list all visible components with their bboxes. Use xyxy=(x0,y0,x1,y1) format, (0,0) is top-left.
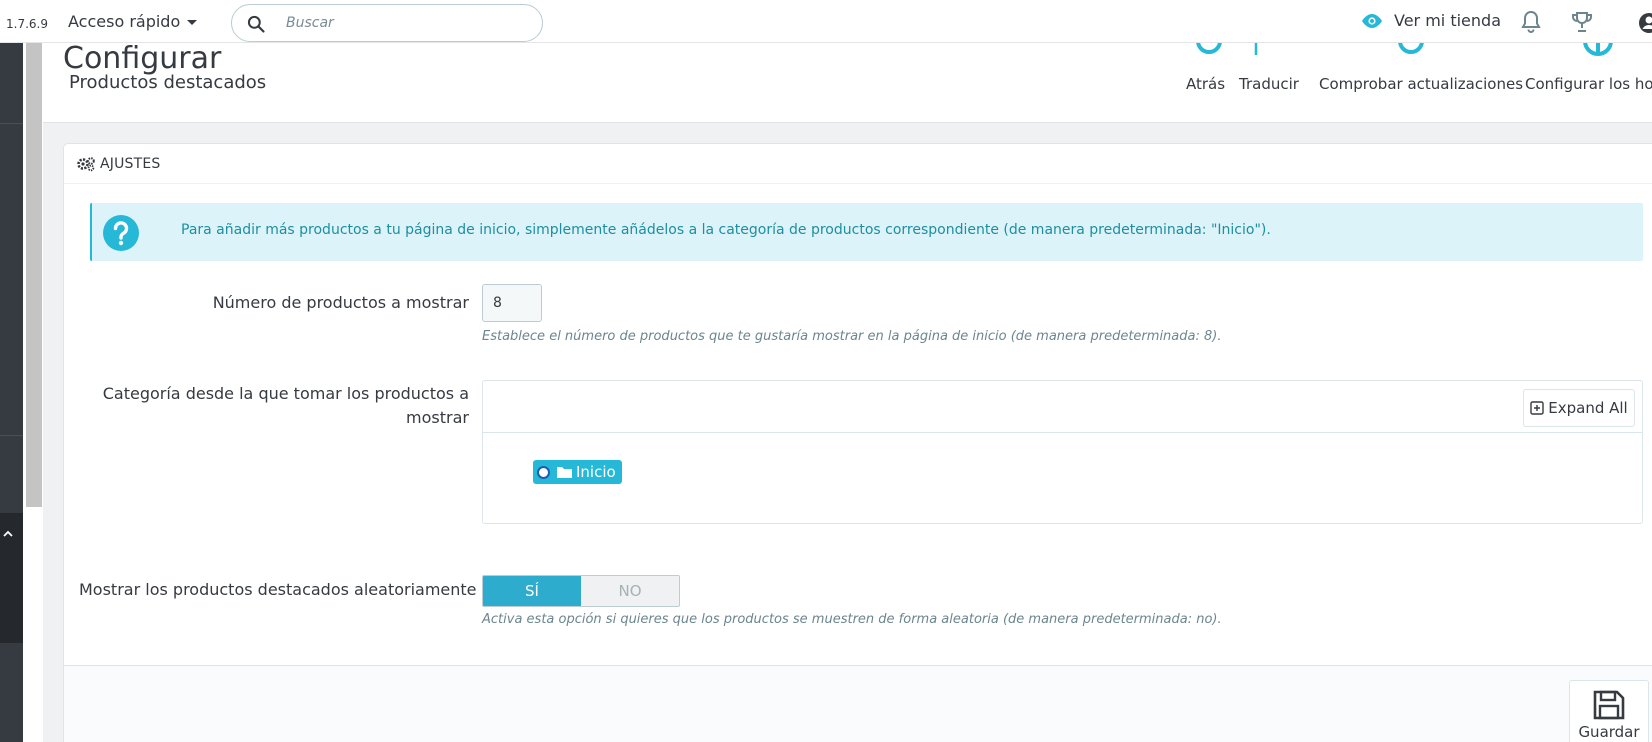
view-shop-link[interactable]: Ver mi tienda xyxy=(1360,11,1501,30)
quick-access-label: Acceso rápido xyxy=(68,12,181,31)
back-label: Atrás xyxy=(1186,75,1226,93)
sidebar-scrollbar-thumb[interactable] xyxy=(26,43,42,507)
tree-node-label: Inicio xyxy=(576,463,616,481)
category-label: Categoría desde la que tomar los product… xyxy=(102,384,469,427)
check-updates-button[interactable]: Comprobar actualizaciones xyxy=(1316,36,1523,93)
settings-panel: AJUSTES Para añadir más productos a tu p… xyxy=(63,143,1652,742)
expand-all-button[interactable]: Expand All xyxy=(1523,389,1635,427)
page-header: Configurar Productos destacados Atrás Tr… xyxy=(43,35,1652,123)
search-box[interactable] xyxy=(231,4,543,42)
nb-products-help: Establece el número de productos que te … xyxy=(482,329,1222,344)
sidebar-nav xyxy=(0,43,23,742)
sidebar-divider xyxy=(0,435,23,436)
bell-icon[interactable] xyxy=(1520,10,1542,34)
panel-footer: Guardar xyxy=(64,665,1652,742)
check-updates-label: Comprobar actualizaciones xyxy=(1319,75,1524,93)
info-alert: Para añadir más productos a tu página de… xyxy=(90,203,1643,261)
top-header: 1.7.6.9 Acceso rápido Ver mi tienda xyxy=(0,0,1652,43)
quick-access-menu[interactable]: Acceso rápido xyxy=(68,12,198,31)
random-label: Mostrar los productos destacados aleator… xyxy=(79,580,477,599)
category-tree-toolbar: Expand All xyxy=(483,381,1642,433)
panel-heading-label: AJUSTES xyxy=(100,155,161,172)
app-root: 1.7.6.9 Acceso rápido Ver mi tienda xyxy=(0,0,1652,742)
random-no-option[interactable]: NO xyxy=(581,576,679,606)
eye-icon xyxy=(1362,13,1382,28)
nb-products-label: Número de productos a mostrar xyxy=(212,293,469,312)
panel-heading: AJUSTES xyxy=(64,144,1652,184)
sidebar-divider xyxy=(0,123,23,124)
save-button[interactable]: Guardar xyxy=(1569,680,1649,742)
translate-button[interactable]: Traducir xyxy=(1239,35,1307,93)
category-radio[interactable] xyxy=(537,465,550,479)
view-shop-label: Ver mi tienda xyxy=(1394,11,1501,30)
folder-icon xyxy=(557,467,572,478)
caret-down-icon xyxy=(187,20,198,25)
translate-label: Traducir xyxy=(1239,75,1299,93)
trophy-icon[interactable] xyxy=(1570,10,1594,34)
back-button[interactable]: Atrás xyxy=(1183,37,1233,93)
search-icon xyxy=(247,15,265,33)
random-help: Activa esta opción si quieres que los pr… xyxy=(482,612,1222,627)
configure-hooks-label: Configurar los hooks xyxy=(1525,75,1652,93)
random-yes-option[interactable]: SÍ xyxy=(483,576,581,606)
tree-node-root[interactable]: Inicio xyxy=(533,460,622,484)
save-label: Guardar xyxy=(1578,723,1640,741)
info-alert-text: Para añadir más productos a tu página de… xyxy=(181,222,1271,238)
version-label: 1.7.6.9 xyxy=(6,17,48,31)
chevron-up-icon[interactable] xyxy=(2,528,14,540)
configure-hooks-button[interactable]: Configurar los hooks xyxy=(1525,35,1652,93)
plus-square-icon xyxy=(1530,401,1544,415)
random-switch[interactable]: SÍ NO xyxy=(482,575,680,607)
search-input[interactable] xyxy=(286,11,526,35)
category-tree: Expand All Inicio xyxy=(482,380,1643,524)
page-title: Configurar xyxy=(63,41,222,76)
question-circle-icon xyxy=(103,215,139,251)
expand-all-label: Expand All xyxy=(1548,399,1628,417)
floppy-disk-icon xyxy=(1593,690,1625,720)
cogs-icon xyxy=(77,156,95,171)
account-icon[interactable] xyxy=(1638,12,1652,34)
page-subtitle: Productos destacados xyxy=(69,72,267,93)
nb-products-input[interactable] xyxy=(482,284,542,322)
